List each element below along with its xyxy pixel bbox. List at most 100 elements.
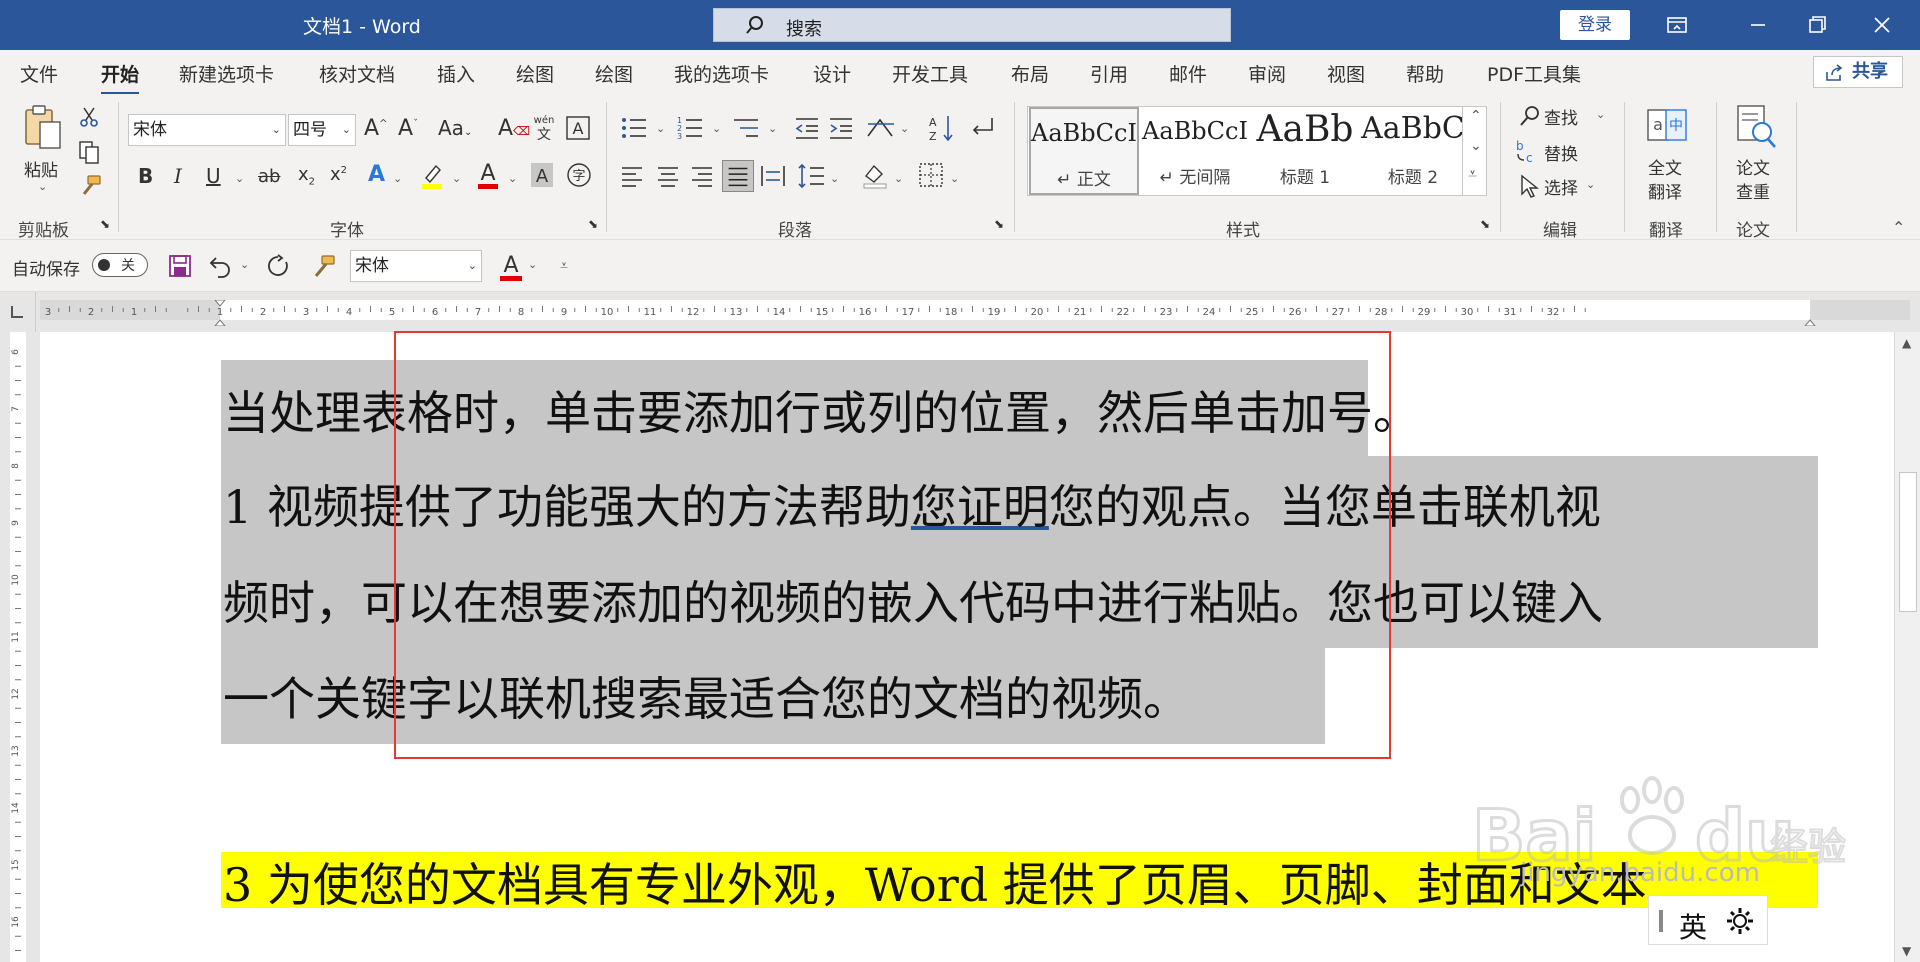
cut-icon[interactable] bbox=[78, 106, 100, 128]
replace-icon[interactable]: bc bbox=[1514, 138, 1540, 165]
chevron-down-icon[interactable]: ⌄ bbox=[508, 172, 517, 185]
customize-qat-icon[interactable]: ⩡ bbox=[560, 258, 568, 274]
phonetic-guide-icon[interactable]: wén 文 bbox=[533, 114, 555, 144]
translate-label-line1[interactable]: 全文 bbox=[1648, 154, 1682, 179]
thesis-label-line1[interactable]: 论文 bbox=[1736, 154, 1770, 179]
shading-icon[interactable] bbox=[860, 160, 890, 190]
close-icon[interactable] bbox=[1862, 8, 1902, 42]
chevron-down-icon[interactable]: ⌄ bbox=[900, 122, 909, 135]
gallery-scroll[interactable]: ⌃ ⌄ ⩡ bbox=[1462, 106, 1487, 196]
superscript-icon[interactable]: x2 bbox=[330, 166, 347, 184]
collapse-ribbon-icon[interactable]: ⌃ bbox=[1892, 218, 1905, 237]
chevron-down-icon[interactable]: ⌄ bbox=[712, 122, 721, 135]
ime-grip-icon[interactable] bbox=[1659, 910, 1663, 932]
gallery-more-icon[interactable]: ⩡ bbox=[1468, 164, 1477, 184]
login-button[interactable]: 登录 bbox=[1560, 10, 1630, 40]
search-box[interactable]: 搜索 bbox=[713, 8, 1231, 42]
numbering-icon[interactable]: 123 bbox=[676, 116, 704, 141]
shrink-font-icon[interactable]: Aˇ bbox=[398, 118, 418, 140]
styles-gallery[interactable]: AaBbCcI ↵ 正文 AaBbCcI ↵ 无间隔 AaBb 标题 1 AaB… bbox=[1027, 106, 1487, 196]
align-center-icon[interactable] bbox=[656, 164, 680, 188]
find-label[interactable]: 查找 bbox=[1544, 104, 1578, 129]
tab-insert[interactable]: 插入 bbox=[437, 60, 475, 87]
font-color-icon[interactable]: A bbox=[476, 160, 500, 190]
paragraph-launcher-icon[interactable]: ⬊ bbox=[994, 218, 1004, 230]
tab-my-tab[interactable]: 我的选项卡 bbox=[674, 60, 769, 87]
tab-home[interactable]: 开始 bbox=[101, 60, 140, 95]
chevron-down-icon[interactable]: ⌄ bbox=[768, 122, 777, 135]
chevron-down-icon[interactable]: ⌄ bbox=[240, 258, 249, 271]
share-button[interactable]: 共享 bbox=[1813, 56, 1903, 88]
format-painter-icon[interactable] bbox=[78, 174, 102, 198]
chevron-down-icon[interactable]: ⌄ bbox=[393, 172, 402, 185]
ime-toolbar[interactable]: 英 bbox=[1648, 895, 1768, 945]
clipboard-launcher-icon[interactable]: ⬊ bbox=[100, 218, 110, 230]
tab-references[interactable]: 引用 bbox=[1090, 60, 1128, 87]
chevron-down-icon[interactable]: ⌄ bbox=[656, 122, 665, 135]
copy-icon[interactable] bbox=[78, 140, 100, 164]
tab-draw-2[interactable]: 绘图 bbox=[595, 60, 633, 87]
paragraph-line[interactable]: 3 为使您的文档具有专业外观，Word 提供了页眉、页脚、封面和文本 bbox=[223, 862, 1647, 908]
font-launcher-icon[interactable]: ⬊ bbox=[588, 218, 598, 230]
chevron-down-icon[interactable]: ⌄ bbox=[235, 172, 244, 185]
text-effects-icon[interactable]: A bbox=[368, 164, 385, 186]
font-size-combo[interactable]: 四号 ⌄ bbox=[288, 114, 356, 146]
minimize-icon[interactable] bbox=[1738, 8, 1778, 42]
chevron-up-icon[interactable]: ⌃ bbox=[1470, 108, 1482, 124]
tab-pdf-tools[interactable]: PDF工具集 bbox=[1487, 60, 1581, 87]
bold-icon[interactable]: B bbox=[138, 166, 153, 186]
chevron-down-icon[interactable]: ⌄ bbox=[830, 172, 839, 185]
grow-font-icon[interactable]: A^ bbox=[364, 118, 387, 140]
enclose-characters-icon[interactable]: 字 bbox=[566, 162, 592, 188]
character-shading-icon[interactable]: A bbox=[530, 162, 554, 188]
show-formatting-marks-icon[interactable] bbox=[968, 114, 996, 142]
undo-icon[interactable] bbox=[208, 254, 232, 278]
scrollbar-thumb[interactable] bbox=[1899, 472, 1917, 612]
vertical-ruler[interactable]: 6 7 8 9 10 11 12 13 14 15 16 bbox=[0, 332, 36, 962]
tab-view[interactable]: 视图 bbox=[1327, 60, 1365, 87]
underline-icon[interactable]: U bbox=[206, 166, 221, 186]
tab-developer[interactable]: 开发工具 bbox=[892, 60, 968, 87]
line-spacing-icon[interactable] bbox=[798, 162, 826, 190]
style-heading-2[interactable]: AaBbC 标题 2 bbox=[1358, 107, 1468, 195]
autosave-toggle[interactable]: 关 bbox=[92, 253, 148, 277]
full-text-translate-icon[interactable]: a中 bbox=[1646, 106, 1688, 148]
paste-dropdown-icon[interactable]: ⌄ bbox=[38, 180, 47, 193]
multilevel-list-icon[interactable] bbox=[732, 116, 760, 140]
redo-icon[interactable] bbox=[266, 254, 292, 280]
ime-language[interactable]: 英 bbox=[1679, 906, 1707, 946]
increase-indent-icon[interactable] bbox=[828, 116, 854, 140]
highlight-color-icon[interactable] bbox=[420, 162, 444, 190]
style-no-spacing[interactable]: AaBbCcI ↵ 无间隔 bbox=[1140, 107, 1250, 195]
tab-layout[interactable]: 布局 bbox=[1011, 60, 1049, 87]
tab-selector[interactable] bbox=[0, 292, 36, 332]
thesis-check-icon[interactable] bbox=[1734, 104, 1778, 150]
font-name-combo[interactable]: 宋体 ⌄ bbox=[128, 114, 286, 146]
sort-icon[interactable]: AZ bbox=[928, 114, 956, 143]
ribbon-display-options-icon[interactable] bbox=[1657, 8, 1697, 42]
tab-proofread[interactable]: 核对文档 bbox=[319, 60, 395, 87]
chevron-down-icon[interactable]: ⌄ bbox=[1586, 178, 1595, 191]
font-color-icon[interactable]: A bbox=[498, 250, 524, 282]
restore-icon[interactable] bbox=[1797, 8, 1837, 42]
chinese-layout-icon[interactable] bbox=[866, 116, 896, 140]
bullets-icon[interactable] bbox=[620, 116, 648, 140]
select-icon[interactable] bbox=[1518, 174, 1540, 198]
decrease-indent-icon[interactable] bbox=[794, 116, 820, 140]
scroll-up-icon[interactable]: ▲ bbox=[1902, 336, 1911, 350]
paste-icon[interactable] bbox=[22, 104, 64, 152]
justify-icon[interactable] bbox=[722, 160, 754, 192]
style-heading-1[interactable]: AaBb 标题 1 bbox=[1250, 107, 1360, 195]
select-label[interactable]: 选择 bbox=[1544, 174, 1578, 199]
scroll-down-icon[interactable]: ▼ bbox=[1902, 944, 1911, 958]
chevron-down-icon[interactable]: ⌄ bbox=[894, 172, 903, 185]
align-left-icon[interactable] bbox=[620, 164, 644, 188]
thesis-label-line2[interactable]: 查重 bbox=[1736, 178, 1770, 203]
chevron-down-icon[interactable]: ⌄ bbox=[528, 258, 537, 271]
vertical-scrollbar[interactable]: ▲ ▼ bbox=[1894, 332, 1920, 962]
align-right-icon[interactable] bbox=[690, 164, 714, 188]
tab-review[interactable]: 审阅 bbox=[1248, 60, 1286, 87]
translate-label-line2[interactable]: 翻译 bbox=[1648, 178, 1682, 203]
find-icon[interactable] bbox=[1518, 104, 1542, 128]
character-border-icon[interactable]: A bbox=[566, 116, 590, 140]
